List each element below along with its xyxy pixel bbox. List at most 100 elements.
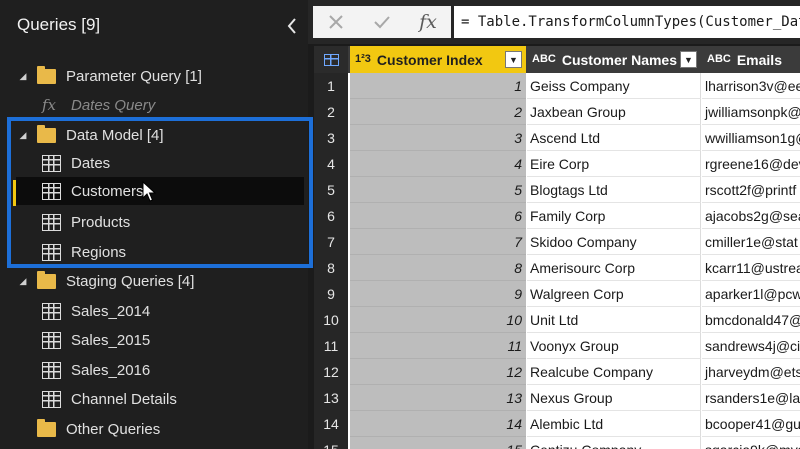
insert-function-button[interactable]: fx (405, 6, 451, 38)
row-number[interactable]: 9 (314, 281, 348, 307)
cell-customer-index[interactable]: 14 (350, 411, 526, 437)
query-item-regions[interactable]: Regions (42, 238, 304, 266)
formula-input[interactable]: = Table.TransformColumnTypes(Customer_Da… (454, 6, 800, 38)
text-type-icon[interactable]: ABC (532, 54, 556, 65)
group-staging-queries[interactable]: ◢ Staging Queries [4] (17, 267, 297, 295)
query-item-products[interactable]: Products (42, 208, 304, 236)
cell-customer-index[interactable]: 1 (350, 73, 526, 99)
cell-customer-name[interactable]: Voonyx Group (527, 333, 701, 359)
cell-email[interactable]: rscott2f@printf (702, 177, 800, 203)
table-row[interactable]: 1 1 Geiss Company lharrison3v@ee (314, 73, 800, 99)
row-number[interactable]: 10 (314, 307, 348, 333)
cell-customer-name[interactable]: Eire Corp (527, 151, 701, 177)
row-number[interactable]: 12 (314, 359, 348, 385)
cell-email[interactable]: lharrison3v@ee (702, 73, 800, 99)
row-number[interactable]: 6 (314, 203, 348, 229)
cell-email[interactable]: sandrews4j@cis (702, 333, 800, 359)
cell-customer-index[interactable]: 11 (350, 333, 526, 359)
table-row[interactable]: 6 6 Family Corp ajacobs2g@sea (314, 203, 800, 229)
group-parameter-query[interactable]: ◢ Parameter Query [1] (17, 62, 297, 90)
cell-email[interactable]: rgreene16@dev (702, 151, 800, 177)
table-row[interactable]: 4 4 Eire Corp rgreene16@dev (314, 151, 800, 177)
row-number[interactable]: 13 (314, 385, 348, 411)
cell-customer-index[interactable]: 8 (350, 255, 526, 281)
query-item-sales-2014[interactable]: Sales_2014 (42, 297, 304, 325)
cell-customer-name[interactable]: Jaxbean Group (527, 99, 701, 125)
row-number[interactable]: 14 (314, 411, 348, 437)
cell-customer-index[interactable]: 13 (350, 385, 526, 411)
row-number[interactable]: 2 (314, 99, 348, 125)
row-number[interactable]: 15 (314, 437, 348, 449)
cell-customer-index[interactable]: 9 (350, 281, 526, 307)
cell-customer-index[interactable]: 15 (350, 437, 526, 449)
filter-dropdown-icon[interactable]: ▼ (505, 51, 522, 68)
table-row[interactable]: 13 13 Nexus Group rsanders1e@lat (314, 385, 800, 411)
cell-customer-index[interactable]: 3 (350, 125, 526, 151)
row-number[interactable]: 11 (314, 333, 348, 359)
query-item-channel-details[interactable]: Channel Details (42, 385, 304, 413)
column-header-customer-index[interactable]: 1²3 Customer Index ▼ (350, 46, 526, 73)
cell-email[interactable]: jwilliamsonpk@ (702, 99, 800, 125)
collapse-pane-button[interactable] (281, 13, 303, 39)
row-number[interactable]: 4 (314, 151, 348, 177)
group-data-model[interactable]: ◢ Data Model [4] (17, 121, 297, 149)
cell-customer-name[interactable]: Family Corp (527, 203, 701, 229)
expand-caret-icon[interactable]: ◢ (17, 130, 29, 141)
cell-customer-index[interactable]: 4 (350, 151, 526, 177)
column-header-customer-names[interactable]: ABC Customer Names ▼ (527, 46, 701, 73)
cell-customer-name[interactable]: Amerisourc Corp (527, 255, 701, 281)
table-row[interactable]: 5 5 Blogtags Ltd rscott2f@printf (314, 177, 800, 203)
table-row[interactable]: 9 9 Walgreen Corp aparker1l@pcw (314, 281, 800, 307)
table-row[interactable]: 10 10 Unit Ltd bmcdonald47@ (314, 307, 800, 333)
cancel-button[interactable] (313, 6, 359, 38)
table-row[interactable]: 12 12 Realcube Company jharveydm@ets (314, 359, 800, 385)
table-row[interactable]: 14 14 Alembic Ltd bcooper41@gui (314, 411, 800, 437)
row-number[interactable]: 5 (314, 177, 348, 203)
cell-customer-name[interactable]: Unit Ltd (527, 307, 701, 333)
cell-customer-name[interactable]: Alembic Ltd (527, 411, 701, 437)
query-item-customers[interactable]: Customers (16, 177, 304, 205)
cell-customer-index[interactable]: 6 (350, 203, 526, 229)
cell-email[interactable]: sgarcia9k@mys (702, 437, 800, 449)
table-row[interactable]: 2 2 Jaxbean Group jwilliamsonpk@ (314, 99, 800, 125)
cell-customer-name[interactable]: Realcube Company (527, 359, 701, 385)
cell-customer-name[interactable]: Centizu Company (527, 437, 701, 449)
table-row[interactable]: 8 8 Amerisourc Corp kcarr11@ustrea (314, 255, 800, 281)
table-row[interactable]: 3 3 Ascend Ltd wwilliamson1g@ (314, 125, 800, 151)
cell-email[interactable]: kcarr11@ustrea (702, 255, 800, 281)
cell-email[interactable]: bcooper41@gui (702, 411, 800, 437)
table-row[interactable]: 7 7 Skidoo Company cmiller1e@stat (314, 229, 800, 255)
column-header-emails[interactable]: ABC Emails (702, 46, 800, 73)
expand-caret-icon[interactable]: ◢ (17, 276, 29, 287)
query-item-dates-query[interactable]: fx Dates Query (42, 91, 297, 119)
row-number[interactable]: 3 (314, 125, 348, 151)
cell-customer-index[interactable]: 5 (350, 177, 526, 203)
table-row[interactable]: 1515Centizu Companysgarcia9k@mys (314, 437, 800, 449)
table-row[interactable]: 11 11 Voonyx Group sandrews4j@cis (314, 333, 800, 359)
cell-email[interactable]: ajacobs2g@sea (702, 203, 800, 229)
query-item-sales-2016[interactable]: Sales_2016 (42, 356, 304, 384)
cell-customer-index[interactable]: 2 (350, 99, 526, 125)
cell-customer-name[interactable]: Blogtags Ltd (527, 177, 701, 203)
query-item-dates[interactable]: Dates (42, 149, 304, 177)
cell-customer-index[interactable]: 12 (350, 359, 526, 385)
group-other-queries[interactable]: Other Queries (37, 415, 297, 443)
cell-email[interactable]: wwilliamson1g@ (702, 125, 800, 151)
cell-email[interactable]: bmcdonald47@ (702, 307, 800, 333)
row-number[interactable]: 7 (314, 229, 348, 255)
confirm-button[interactable] (359, 6, 405, 38)
cell-customer-name[interactable]: Ascend Ltd (527, 125, 701, 151)
cell-customer-index[interactable]: 10 (350, 307, 526, 333)
cell-email[interactable]: rsanders1e@lat (702, 385, 800, 411)
cell-customer-name[interactable]: Geiss Company (527, 73, 701, 99)
cell-email[interactable]: jharveydm@ets (702, 359, 800, 385)
cell-email[interactable]: cmiller1e@stat (702, 229, 800, 255)
whole-number-type-icon[interactable]: 1²3 (355, 54, 371, 65)
filter-dropdown-icon[interactable]: ▼ (680, 51, 697, 68)
row-number[interactable]: 1 (314, 73, 348, 99)
cell-customer-name[interactable]: Skidoo Company (527, 229, 701, 255)
cell-customer-index[interactable]: 7 (350, 229, 526, 255)
query-item-sales-2015[interactable]: Sales_2015 (42, 326, 304, 354)
text-type-icon[interactable]: ABC (707, 54, 731, 65)
cell-customer-name[interactable]: Walgreen Corp (527, 281, 701, 307)
